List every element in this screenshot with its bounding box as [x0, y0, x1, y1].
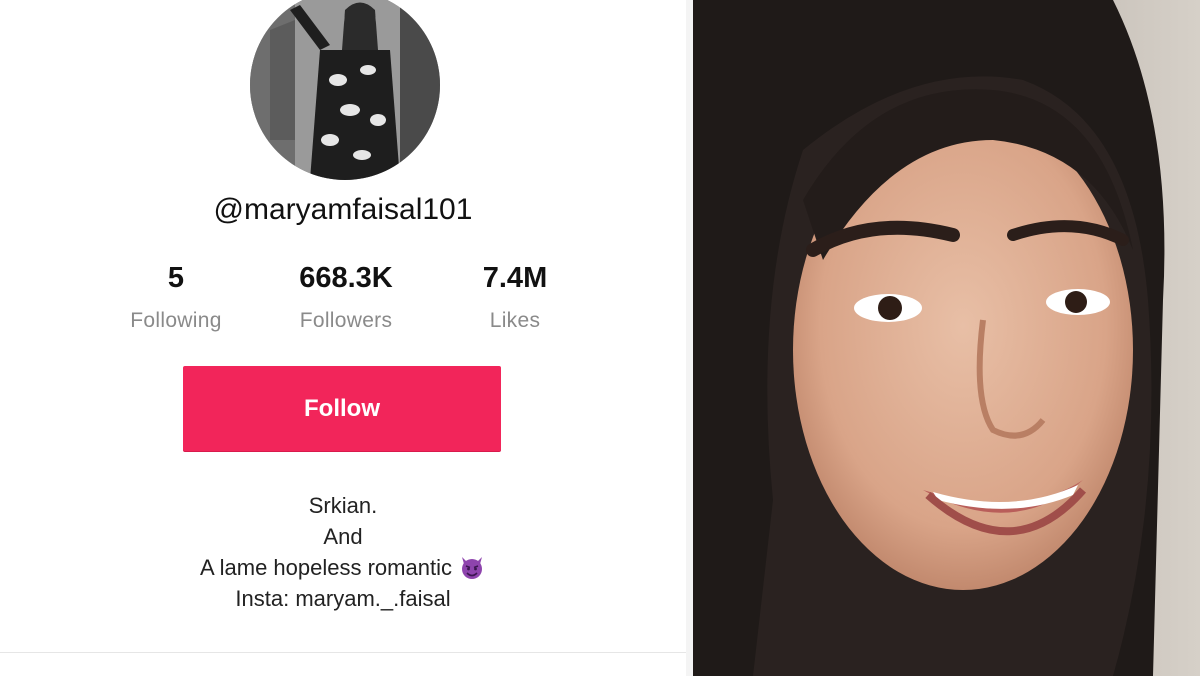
profile-panel: @maryamfaisal101 5 Following 668.3K Foll…	[0, 0, 686, 676]
bio-line-4: Insta: maryam._.faisal	[235, 586, 451, 611]
divider	[0, 652, 686, 653]
smiling-devil-emoji-icon	[461, 557, 482, 579]
avatar[interactable]	[250, 0, 440, 180]
panel-gap	[686, 0, 693, 676]
bio-line-3: A lame hopeless romantic	[200, 555, 452, 580]
stat-likes-value: 7.4M	[482, 262, 548, 294]
stat-likes-label: Likes	[489, 309, 541, 332]
follow-button[interactable]: Follow	[183, 366, 501, 451]
bio: Srkian. And A lame hopeless romantic Ins…	[0, 490, 686, 614]
bio-line-2: And	[323, 524, 363, 549]
portrait-photo-image	[693, 0, 1200, 676]
stat-likes[interactable]: 7.4M Likes	[415, 262, 615, 333]
bio-line-3-row: A lame hopeless romantic	[0, 552, 686, 583]
bio-line-1: Srkian.	[308, 493, 378, 518]
portrait-photo	[693, 0, 1200, 676]
profile-avatar-photo	[250, 0, 440, 180]
username: @maryamfaisal101	[213, 193, 473, 226]
